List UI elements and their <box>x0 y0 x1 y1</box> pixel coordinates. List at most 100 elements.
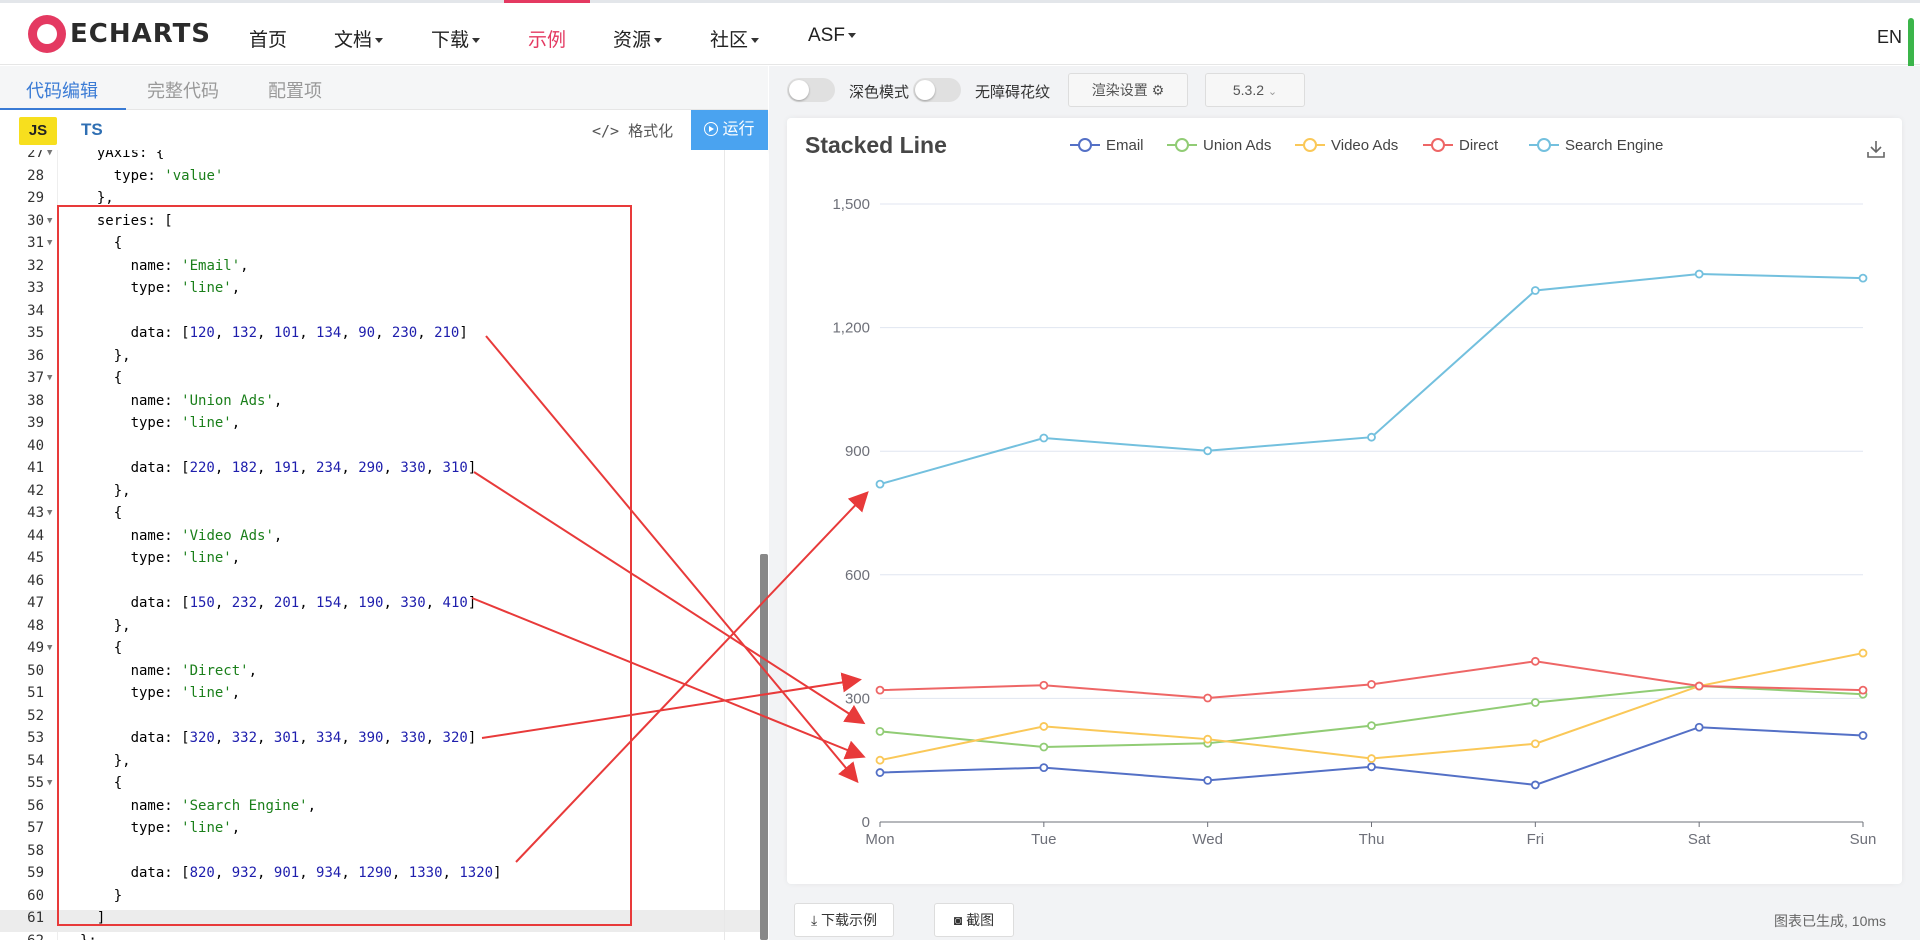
ts-toggle[interactable]: TS <box>81 120 103 140</box>
tab-code-edit[interactable]: 代码编辑 <box>26 77 98 103</box>
data-point <box>875 479 885 489</box>
nav-item-5[interactable]: 社区 <box>710 25 760 52</box>
code-text: type: 'value' <box>80 167 224 184</box>
legend-item[interactable]: Search Engine <box>1529 135 1663 155</box>
render-settings-label: 渲染设置 <box>1091 82 1148 98</box>
editor-scrollbar[interactable] <box>760 554 768 940</box>
fold-arrow-icon[interactable]: ▼ <box>47 637 52 659</box>
line-number: 55 <box>27 775 44 791</box>
fold-arrow-icon[interactable]: ▼ <box>47 150 52 164</box>
caret-down-icon <box>375 38 384 44</box>
fold-arrow-icon[interactable]: ▼ <box>47 232 52 254</box>
legend-item[interactable]: Email <box>1070 135 1144 155</box>
line-number: 38 <box>27 392 44 409</box>
data-point <box>875 726 885 736</box>
y-tick-label: 1,500 <box>832 196 870 213</box>
line-number: 40 <box>27 437 44 454</box>
run-label: 运行 <box>722 121 755 138</box>
x-tick-label: Fri <box>1527 831 1545 848</box>
legend-item[interactable]: Video Ads <box>1295 135 1398 155</box>
fold-arrow-icon[interactable]: ▼ <box>47 502 52 524</box>
data-point <box>1039 722 1049 731</box>
tab-options[interactable]: 配置项 <box>268 77 322 103</box>
language-switch[interactable]: EN <box>1877 27 1902 48</box>
line-number: 62 <box>0 930 44 940</box>
line-number: 51 <box>27 685 44 701</box>
legend-label: Union Ads <box>1203 136 1272 154</box>
dark-mode-label: 深色模式 <box>849 84 910 101</box>
data-point <box>875 768 885 777</box>
legend-label: Video Ads <box>1331 136 1399 154</box>
line-number: 60 <box>27 887 44 904</box>
series-line-2 <box>879 652 1864 762</box>
data-point <box>1530 780 1540 790</box>
data-point <box>1203 775 1213 785</box>
nav-item-label: 文档 <box>334 30 373 51</box>
line-number: 35 <box>27 325 44 341</box>
format-button[interactable]: </> 格式化 <box>592 120 673 141</box>
data-point <box>1039 433 1049 443</box>
nav-item-1[interactable]: 文档 <box>334 25 384 52</box>
line-number: 45 <box>27 550 44 566</box>
legend-label: Search Engine <box>1565 136 1664 154</box>
data-point <box>1858 731 1868 740</box>
line-number: 58 <box>27 842 44 859</box>
code-line[interactable]: 62}; <box>0 930 760 940</box>
nav-item-4[interactable]: 资源 <box>613 25 663 52</box>
version-select[interactable]: 5.3.2 ⌄ <box>1205 73 1305 107</box>
legend-label: Direct <box>1459 136 1499 154</box>
nav-item-label: 首页 <box>249 30 288 51</box>
chart-card: 0 300 600 900 1,200 1,500 Mon Tue Wed Thu Fri Sat Su… <box>787 118 1902 884</box>
line-number: 52 <box>27 707 44 724</box>
echarts-logo[interactable]: ECHARTS <box>28 15 211 53</box>
line-number: 29 <box>27 190 44 206</box>
line-number: 44 <box>27 527 44 544</box>
data-point <box>1530 698 1540 707</box>
code-icon: </> <box>592 122 629 140</box>
fold-arrow-icon[interactable]: ▼ <box>47 772 52 794</box>
run-button[interactable]: 运行 <box>691 110 768 150</box>
line-number: 36 <box>27 347 44 364</box>
legend-symbol-icon <box>1295 138 1325 152</box>
data-point <box>1694 269 1704 279</box>
tab-full-code[interactable]: 完整代码 <box>147 77 219 103</box>
save-image-icon[interactable] <box>1865 138 1887 160</box>
data-point <box>1203 446 1213 456</box>
nav-item-0[interactable]: 首页 <box>249 25 287 52</box>
nav-item-6[interactable]: ASF <box>808 25 856 47</box>
js-toggle[interactable]: JS <box>19 117 57 145</box>
dark-mode-toggle[interactable] <box>787 78 835 102</box>
line-number: 42 <box>27 482 44 499</box>
render-settings-button[interactable]: 渲染设置 ⚙ <box>1068 73 1188 107</box>
language-bar: JS TS </> 格式化 运行 <box>0 110 768 150</box>
legend-symbol-icon <box>1070 138 1100 152</box>
series-line-3 <box>879 660 1864 699</box>
code-line[interactable]: 28 type: 'value' <box>0 165 760 187</box>
code-text: }; <box>80 930 97 940</box>
fold-arrow-icon[interactable]: ▼ <box>47 367 52 389</box>
chevron-down-icon: ⌄ <box>1267 86 1278 98</box>
version-value: 5.3.2 <box>1232 82 1265 98</box>
line-number: 43 <box>27 505 44 521</box>
data-point <box>1367 432 1376 442</box>
line-number: 41 <box>27 460 44 476</box>
status-text: 图表已生成, 10ms <box>1774 913 1887 929</box>
series-line-1 <box>879 685 1864 749</box>
y-tick-label: 1,200 <box>832 320 870 337</box>
fold-arrow-icon[interactable]: ▼ <box>47 210 52 232</box>
legend-symbol-icon <box>1423 138 1453 152</box>
code-line[interactable]: 27 ▼ yAxis: { <box>0 150 760 164</box>
line-number: 56 <box>27 797 44 814</box>
screenshot-button[interactable]: ◙ 截图 <box>934 903 1014 937</box>
nav-item-3[interactable]: 示例 <box>528 25 566 52</box>
legend-item[interactable]: Direct <box>1423 135 1498 155</box>
line-number: 27 <box>27 150 44 161</box>
download-example-button[interactable]: ⤓ 下载示例 <box>794 903 894 937</box>
legend-item[interactable]: Union Ads <box>1167 135 1271 155</box>
x-tick-label: Wed <box>1192 831 1223 848</box>
nav-item-label: ASF <box>808 25 845 46</box>
a11y-pattern-toggle[interactable] <box>913 78 961 102</box>
data-point <box>875 755 885 765</box>
nav-item-2[interactable]: 下载 <box>431 25 481 52</box>
code-text: yAxis: { <box>80 150 165 161</box>
